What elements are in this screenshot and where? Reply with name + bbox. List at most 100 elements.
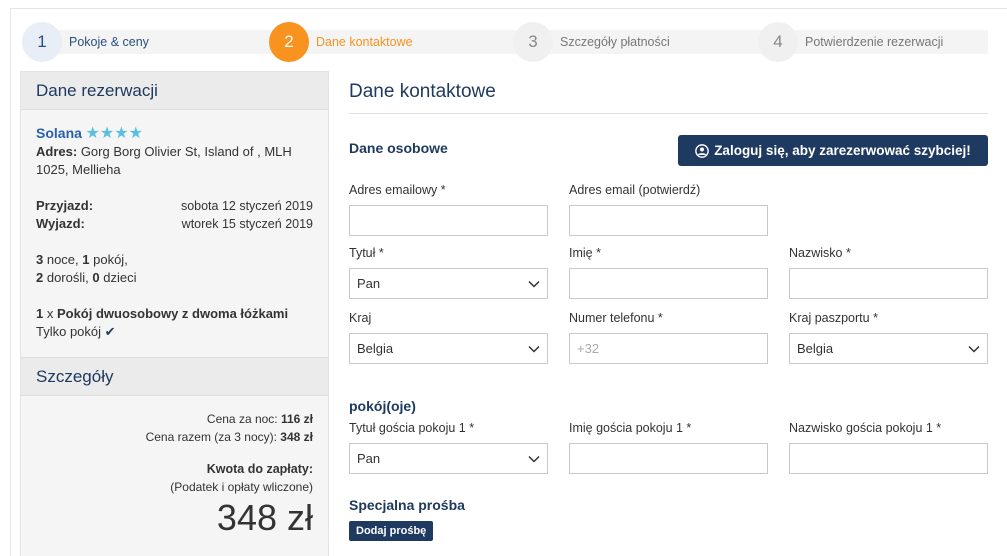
children-text: dzieci — [99, 270, 137, 285]
phone-label: Numer telefonu * — [569, 311, 663, 325]
passport-country-label: Kraj paszportu * — [789, 311, 878, 325]
title-selected-value: Pan — [357, 276, 381, 291]
booking-summary-body: Solana ★★★★ Adres: Gorg Borg Olivier St,… — [21, 110, 328, 341]
booking-summary-title: Dane rezerwacji — [21, 72, 328, 110]
rooms-text: pokój, — [89, 252, 128, 267]
checkout-row: Wyjazd: wtorek 15 styczeń 2019 — [36, 215, 313, 233]
price-per-night-row: Cena za noc: 116 zł — [36, 410, 313, 428]
email-group: Adres emailowy * — [349, 183, 548, 236]
stay-summary-line2: 2 dorośli, 0 dzieci — [36, 269, 313, 287]
hotel-name-link[interactable]: Solana — [36, 125, 82, 141]
booking-steps: 1 Pokoje & ceny 2 Dane kontaktowe 3 Szcz… — [22, 22, 988, 62]
first-name-group: Imię * — [569, 246, 768, 299]
rooms-count: 1 — [82, 252, 90, 267]
step-label: Pokoje & ceny — [69, 35, 149, 49]
checkout-label: Wyjazd: — [36, 216, 85, 231]
details-body: Cena za noc: 116 zł Cena razem (za 3 noc… — [21, 396, 328, 538]
phone-group: Numer telefonu * — [569, 311, 768, 364]
chevron-down-icon — [968, 345, 980, 353]
room-board-line: Tylko pokój ✔ — [36, 323, 313, 341]
guest-last-name-label: Nazwisko gościa pokoju 1 * — [789, 421, 942, 435]
guest-title-select[interactable]: Pan — [349, 443, 548, 474]
personal-data-title: Dane osobowe — [349, 140, 448, 156]
add-request-button[interactable]: Dodaj prośbę — [349, 521, 434, 541]
passport-country-group: Kraj paszportu * Belgia — [789, 311, 988, 364]
last-name-group: Nazwisko * — [789, 246, 988, 299]
title-group: Tytuł * Pan — [349, 246, 548, 299]
guest-title-group: Tytuł gościa pokoju 1 * Pan — [349, 421, 548, 474]
nights-text: noce, — [43, 252, 83, 267]
guest-first-name-label: Imię gościa pokoju 1 * — [569, 421, 692, 435]
price-total-row: Cena razem (za 3 nocy): 348 zł — [36, 428, 313, 446]
step-payment-details: 3 Szczegóły płatności — [513, 22, 670, 62]
phone-field[interactable] — [569, 333, 768, 364]
email-confirm-label: Adres email (potwierdź) — [569, 183, 701, 197]
email-confirm-group: Adres email (potwierdź) — [569, 183, 768, 236]
login-button-label: Zaloguj się, aby zarezerwować szybciej! — [714, 143, 971, 158]
step-rooms-prices[interactable]: 1 Pokoje & ceny — [22, 22, 149, 62]
rooms-section-title: pokój(oje) — [349, 398, 416, 414]
price-per-night-value: 116 zł — [280, 412, 313, 426]
email-field[interactable] — [349, 205, 548, 236]
country-selected-value: Belgia — [357, 341, 394, 356]
price-per-night-label: Cena za noc: — [206, 412, 281, 426]
guest-title-selected-value: Pan — [357, 451, 381, 466]
step-label: Potwierdzenie rezerwacji — [805, 35, 944, 49]
login-button[interactable]: Zaloguj się, aby zarezerwować szybciej! — [678, 135, 988, 166]
price-total-value: 348 zł — [280, 430, 313, 444]
title-select[interactable]: Pan — [349, 268, 548, 299]
chevron-down-icon — [528, 280, 540, 288]
first-name-label: Imię * — [569, 246, 601, 260]
tax-note: (Podatek i opłaty wliczone) — [170, 480, 313, 494]
frame-top-border — [10, 8, 1007, 9]
country-label: Kraj — [349, 311, 372, 325]
details-title: Szczegóły — [21, 358, 328, 396]
stay-summary-line1: 3 noce, 1 pokój, — [36, 251, 313, 269]
room-board: Tylko pokój — [36, 324, 102, 339]
total-amount: 348 zł — [216, 497, 313, 538]
room-multiplier: x — [43, 306, 57, 321]
page-title: Dane kontaktowe — [349, 70, 988, 114]
hotel-heading: Solana ★★★★ — [36, 124, 313, 143]
price-total-label: Cena razem (za 3 nocy): — [145, 430, 281, 444]
chevron-down-icon — [528, 345, 540, 353]
guest-first-name-group: Imię gościa pokoju 1 * — [569, 421, 768, 474]
adults-text: dorośli, — [43, 270, 93, 285]
email-confirm-field[interactable] — [569, 205, 768, 236]
chevron-down-icon — [528, 455, 540, 463]
country-group: Kraj Belgia — [349, 311, 548, 364]
step-confirmation: 4 Potwierdzenie rezerwacji — [758, 22, 943, 62]
step-label: Dane kontaktowe — [316, 35, 413, 49]
booking-summary-sidebar: Dane rezerwacji Solana ★★★★ Adres: Gorg … — [20, 71, 329, 556]
star-rating-icon: ★★★★ — [85, 125, 143, 142]
guest-last-name-group: Nazwisko gościa pokoju 1 * — [789, 421, 988, 474]
user-icon — [695, 143, 710, 158]
passport-country-selected-value: Belgia — [797, 341, 834, 356]
first-name-field[interactable] — [569, 268, 768, 299]
step-label: Szczegóły płatności — [560, 35, 670, 49]
step-number: 1 — [22, 22, 62, 62]
step-number: 3 — [513, 22, 553, 62]
checkout-value: wtorek 15 styczeń 2019 — [181, 217, 313, 231]
last-name-label: Nazwisko * — [789, 246, 851, 260]
hotel-address: Adres: Gorg Borg Olivier St, Island of ,… — [36, 143, 313, 179]
checkin-label: Przyjazd: — [36, 198, 94, 213]
guest-last-name-field[interactable] — [789, 443, 988, 474]
checkin-value: sobota 12 styczeń 2019 — [180, 199, 313, 213]
special-request-title: Specjalna prośba — [349, 497, 465, 513]
step-contact-details[interactable]: 2 Dane kontaktowe — [269, 22, 413, 62]
passport-country-select[interactable]: Belgia — [789, 333, 988, 364]
step-number: 4 — [758, 22, 798, 62]
room-name: Pokój dwuosobowy z dwoma łóżkami — [56, 306, 289, 321]
title-label: Tytuł * — [349, 246, 384, 260]
frame-left-border — [10, 8, 11, 556]
country-select[interactable]: Belgia — [349, 333, 548, 364]
email-label: Adres emailowy * — [349, 183, 446, 197]
address-label: Adres: — [36, 144, 78, 159]
guest-title-label: Tytuł gościa pokoju 1 * — [349, 421, 475, 435]
contact-form: Dane kontaktowe Dane osobowe Zaloguj się… — [349, 70, 988, 541]
guest-first-name-field[interactable] — [569, 443, 768, 474]
room-line: 1 x Pokój dwuosobowy z dwoma łóżkami — [36, 305, 313, 323]
children-count: 0 — [92, 270, 100, 285]
last-name-field[interactable] — [789, 268, 988, 299]
